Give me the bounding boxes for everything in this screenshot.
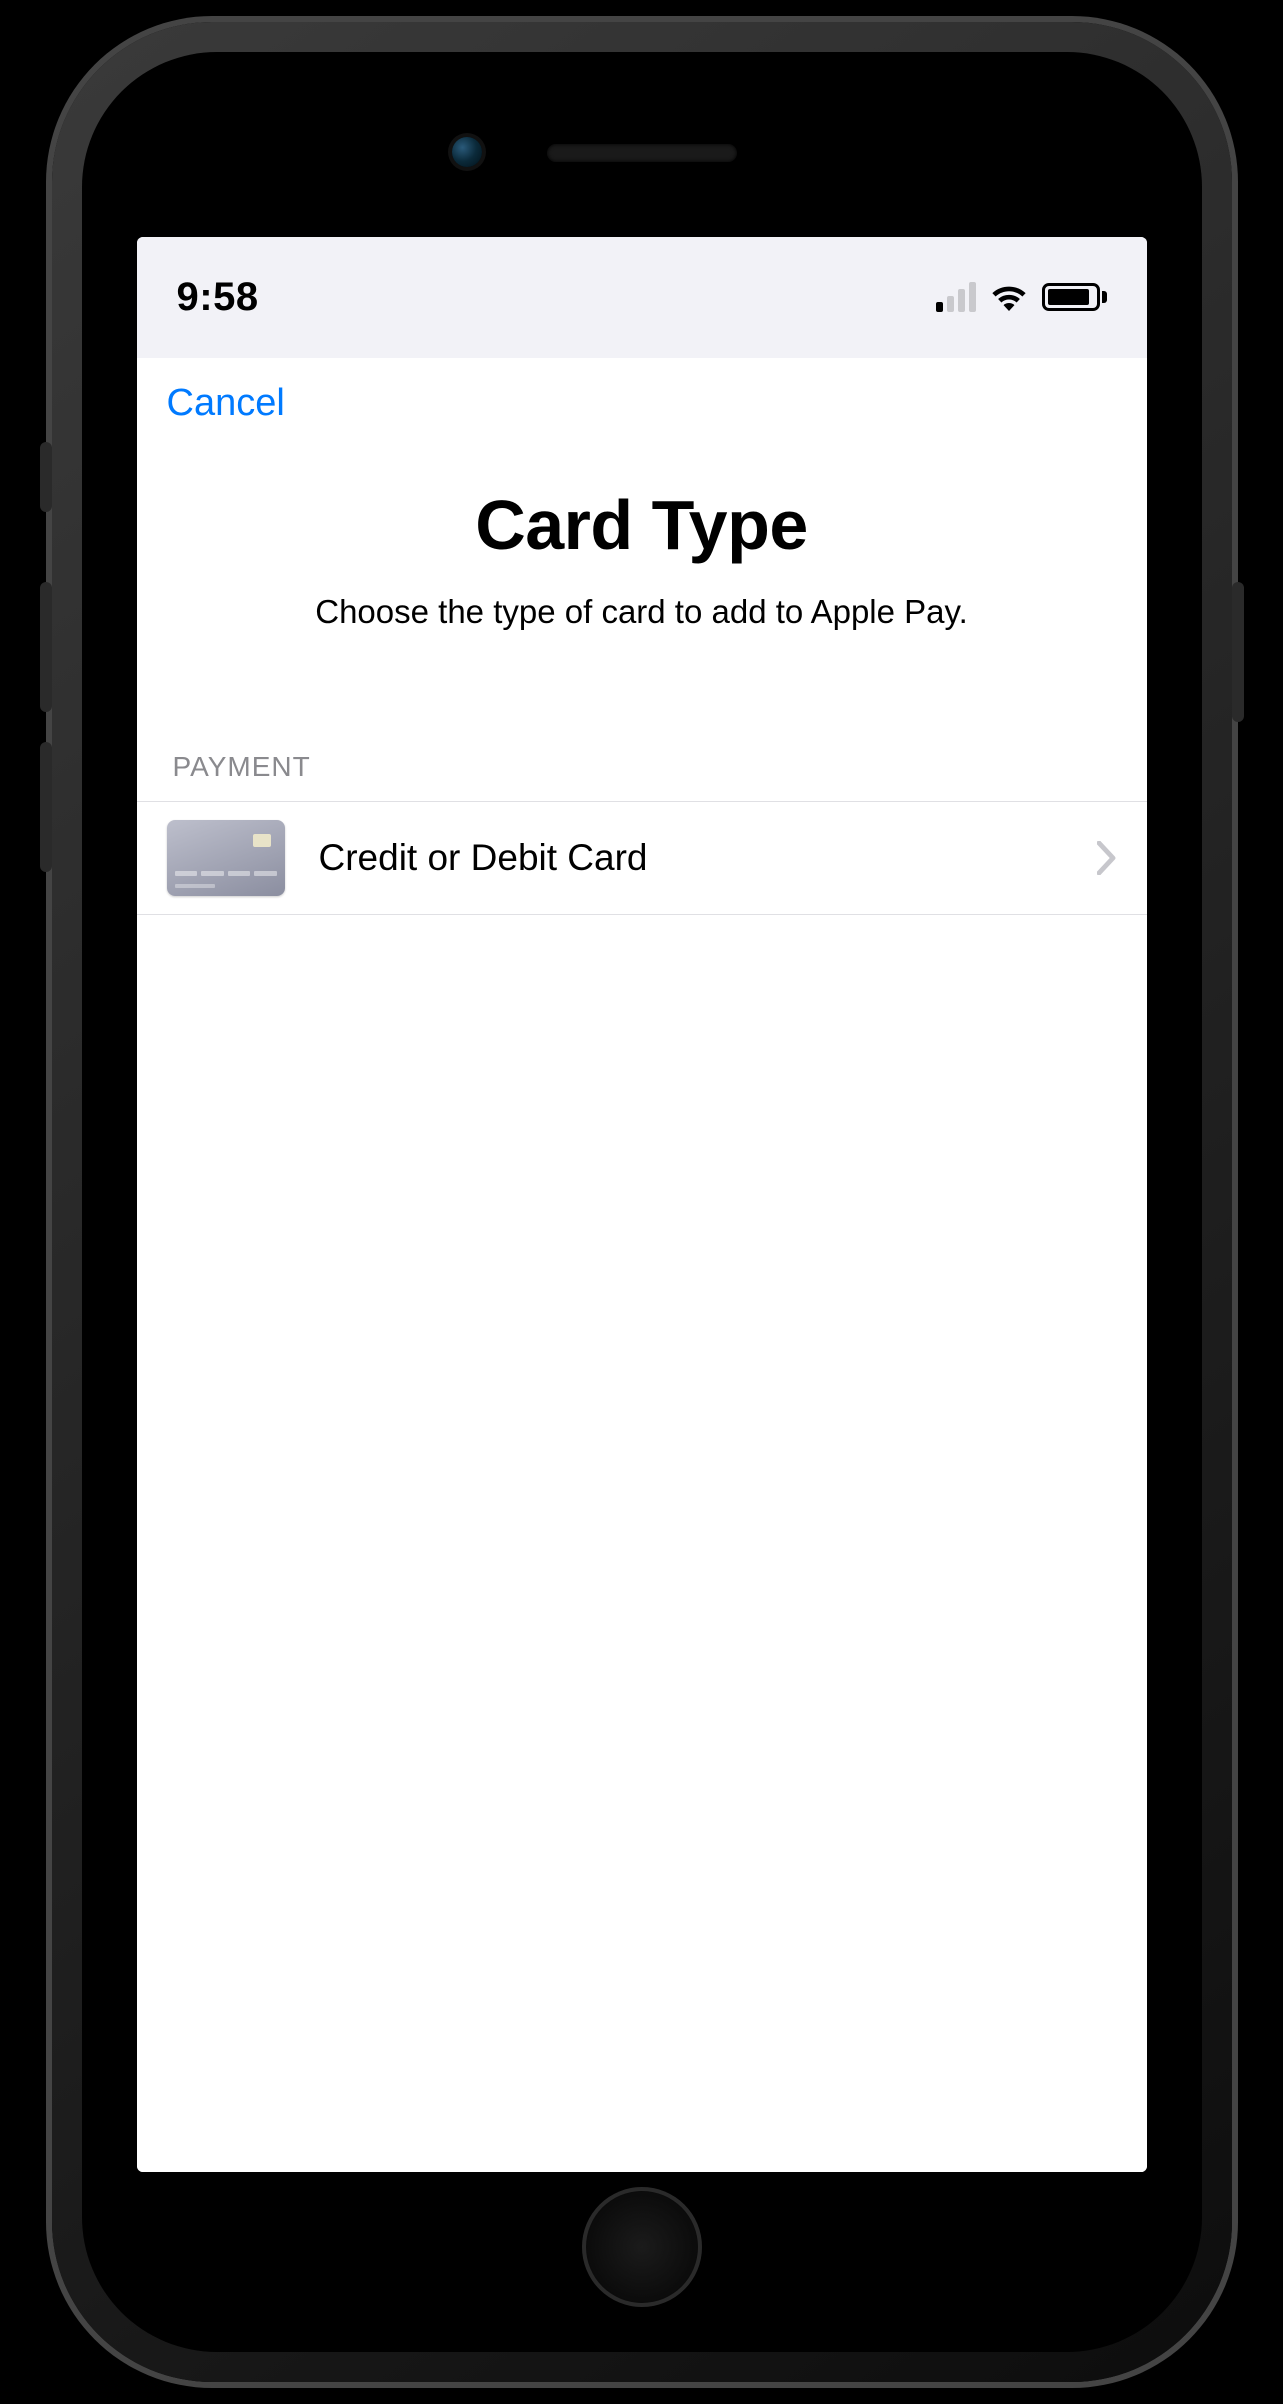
status-time: 9:58 — [177, 275, 259, 320]
stage: 9:58 — [0, 0, 1283, 2404]
row-credit-or-debit-card[interactable]: Credit or Debit Card — [137, 801, 1147, 915]
front-camera — [452, 137, 482, 167]
phone-frame: 9:58 — [52, 22, 1232, 2382]
status-icons — [936, 282, 1107, 312]
cellular-signal-icon — [936, 282, 976, 312]
volume-up-button — [40, 582, 52, 712]
status-bar: 9:58 — [137, 237, 1147, 357]
cancel-button[interactable]: Cancel — [167, 382, 285, 425]
home-button — [582, 2187, 702, 2307]
page-title: Card Type — [137, 435, 1147, 565]
row-label: Credit or Debit Card — [319, 837, 1097, 879]
page-subtitle: Choose the type of card to add to Apple … — [137, 565, 1147, 631]
screen: 9:58 — [137, 237, 1147, 2172]
volume-down-button — [40, 742, 52, 872]
phone-bezel: 9:58 — [82, 52, 1202, 2352]
wifi-icon — [990, 283, 1028, 311]
content: Card Type Choose the type of card to add… — [137, 435, 1147, 2172]
chevron-right-icon — [1097, 841, 1117, 875]
power-button — [1232, 582, 1244, 722]
nav-bar: Cancel — [137, 357, 1147, 435]
battery-icon — [1042, 283, 1107, 311]
section-header-payment: PAYMENT — [137, 631, 1147, 801]
credit-card-icon — [167, 820, 285, 896]
mute-switch — [40, 442, 52, 512]
earpiece-speaker — [547, 144, 737, 162]
